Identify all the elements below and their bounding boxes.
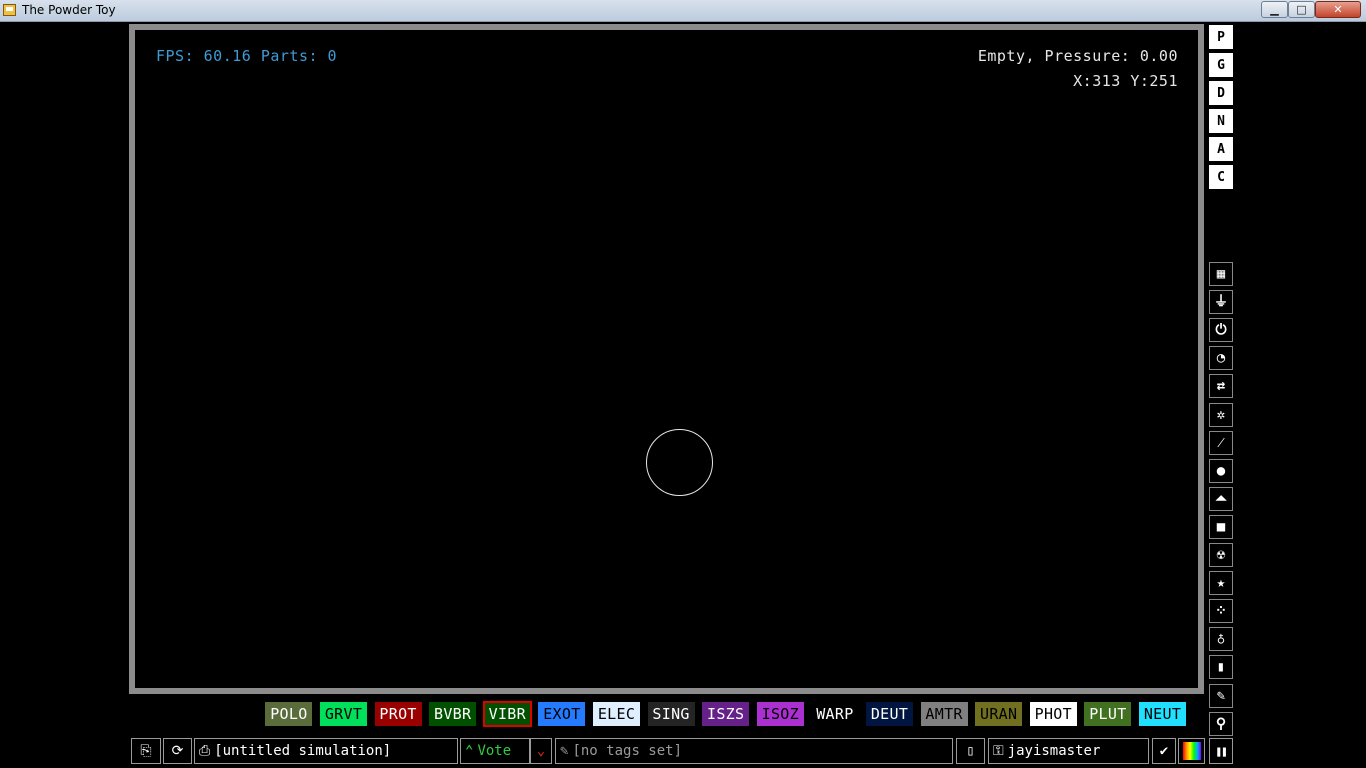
element-button-phot[interactable]: PHOT [1029, 702, 1077, 726]
gauge-icon: ◔ [1216, 350, 1226, 367]
bulb-icon: ♁ [1216, 631, 1226, 648]
element-button-neut[interactable]: NEUT [1139, 702, 1186, 726]
save-simulation-button[interactable]: ⎙ [untitled simulation] [194, 738, 458, 764]
element-button-sing[interactable]: SING [647, 702, 695, 726]
search-icon: ⚲ [1215, 715, 1227, 732]
settings-icon: ✔ [1159, 743, 1169, 759]
element-button-isoz[interactable]: ISOZ [756, 702, 804, 726]
category-button-tools[interactable]: ♁ [1209, 627, 1233, 652]
drop-icon: ● [1216, 462, 1226, 479]
save-name: [untitled simulation] [214, 743, 392, 759]
radiation-icon: ☢ [1216, 547, 1226, 563]
vote-up-button[interactable]: ⌃ Vote [460, 738, 530, 764]
window-titlebar[interactable]: The Powder Toy ▁ □ ✕ [0, 0, 1366, 22]
login-button[interactable]: ⚿ jayismaster [988, 738, 1149, 764]
category-button-explosives[interactable]: ✲ [1209, 402, 1233, 427]
element-button-amtr[interactable]: AMTR [920, 702, 968, 726]
new-file-icon: ▯ [966, 743, 975, 759]
category-button-life[interactable]: ⁘ [1209, 599, 1233, 624]
render-mode-button-c[interactable]: C [1209, 165, 1233, 189]
maximize-button[interactable]: □ [1288, 1, 1315, 18]
element-button-prot[interactable]: PROT [374, 702, 422, 726]
category-button-radioactive[interactable]: ☢ [1209, 543, 1233, 567]
burst-icon: ✲ [1216, 406, 1226, 423]
category-button-powders[interactable]: ⏶ [1209, 486, 1233, 511]
category-button-gases[interactable]: ⁄ [1209, 430, 1233, 455]
rainbow-icon [1182, 742, 1201, 760]
brush-cursor [646, 429, 713, 496]
plug-icon: ⏚ [1214, 294, 1228, 311]
element-button-uran[interactable]: URAN [975, 702, 1023, 726]
reload-button[interactable]: ⟳ [163, 738, 192, 764]
app-icon [3, 4, 16, 16]
minimize-button[interactable]: ▁ [1261, 1, 1288, 18]
element-button-exot[interactable]: EXOT [538, 702, 586, 726]
reload-icon: ⟳ [171, 743, 184, 759]
category-button-powered[interactable]: ⏻ [1209, 318, 1233, 343]
tags-text: [no tags set] [572, 743, 683, 759]
new-simulation-button[interactable]: ▯ [956, 738, 985, 764]
element-button-polo[interactable]: POLO [265, 702, 313, 726]
star-icon: ★ [1216, 575, 1226, 592]
solid-icon: ■ [1216, 518, 1226, 535]
pen-icon: ✎ [1216, 687, 1226, 704]
open-icon: ⎘ [140, 743, 152, 759]
category-button-search[interactable]: ⚲ [1209, 711, 1233, 736]
category-button-sensors[interactable]: ◔ [1209, 346, 1233, 371]
save-icon: ⎙ [199, 743, 211, 759]
open-simulation-button[interactable]: ⎘ [131, 738, 161, 764]
element-button-iszs[interactable]: ISZS [702, 702, 750, 726]
category-button-force[interactable]: ⇄ [1209, 374, 1233, 399]
tags-button[interactable]: ✎ [no tags set] [555, 738, 953, 764]
vote-down-icon: ⌄ [536, 743, 546, 759]
bookmark-icon: ▮ [1216, 659, 1226, 676]
power-icon: ⏻ [1215, 322, 1227, 339]
category-button-electronics[interactable]: ⏚ [1209, 290, 1233, 315]
element-button-grvt[interactable]: GRVT [320, 702, 367, 726]
close-button[interactable]: ✕ [1315, 1, 1361, 18]
element-button-vibr[interactable]: VIBR [482, 701, 532, 727]
category-button-walls[interactable]: ▦ [1209, 262, 1233, 286]
settings-button[interactable]: ✔ [1152, 738, 1176, 764]
coordinates-readout: X:313 Y:251 [1073, 72, 1178, 90]
element-button-bvbr[interactable]: BVBR [429, 702, 477, 726]
element-button-warp[interactable]: WARP [811, 702, 859, 726]
dots-icon: ⁘ [1215, 603, 1227, 620]
wall-icon: ▦ [1216, 266, 1226, 282]
render-mode-button-n[interactable]: N [1209, 109, 1233, 133]
pressure-readout: Empty, Pressure: 0.00 [977, 47, 1178, 65]
renderer-button[interactable] [1178, 738, 1205, 764]
key-icon: ⚿ [993, 743, 1004, 759]
tag-icon: ✎ [560, 743, 569, 759]
window-title: The Powder Toy [22, 3, 116, 17]
username: jayismaster [1007, 743, 1101, 759]
vote-label: Vote [477, 743, 512, 759]
element-button-plut[interactable]: PLUT [1084, 702, 1132, 726]
category-button-decoration[interactable]: ✎ [1209, 683, 1233, 708]
wand-icon: ⁄ [1219, 434, 1223, 451]
render-mode-button-g[interactable]: G [1209, 53, 1233, 77]
powder-icon: ⏶ [1215, 490, 1227, 507]
element-button-elec[interactable]: ELEC [593, 702, 640, 726]
category-button-favorites[interactable]: ▮ [1209, 655, 1233, 680]
arrows-icon: ⇄ [1216, 378, 1226, 395]
category-button-special[interactable]: ★ [1209, 571, 1233, 596]
category-button-liquids[interactable]: ● [1209, 458, 1233, 483]
render-mode-button-p[interactable]: P [1209, 25, 1233, 49]
render-mode-button-a[interactable]: A [1209, 137, 1233, 161]
vote-down-button[interactable]: ⌄ [530, 738, 552, 764]
fps-readout: FPS: 60.16 Parts: 0 [156, 47, 338, 65]
category-button-solids[interactable]: ■ [1209, 514, 1233, 539]
vote-up-icon: ⌃ [465, 743, 474, 759]
render-mode-button-d[interactable]: D [1209, 81, 1233, 105]
element-button-deut[interactable]: DEUT [866, 702, 913, 726]
simulation-canvas[interactable] [135, 30, 1198, 688]
pause-icon: ❚❚ [1215, 744, 1227, 758]
pause-button[interactable]: ❚❚ [1209, 738, 1233, 764]
